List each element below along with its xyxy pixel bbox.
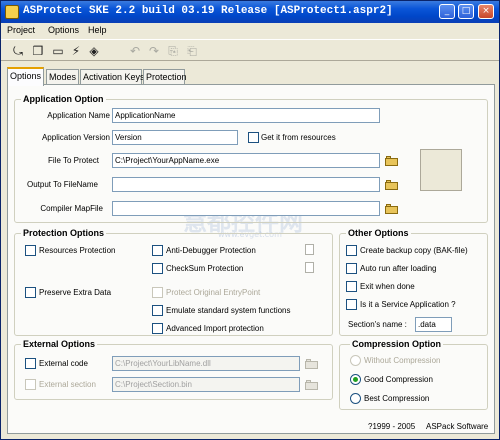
test-icon[interactable]: ◈: [85, 42, 103, 60]
compression-option-legend: Compression Option: [350, 339, 444, 349]
checksum-doc-icon[interactable]: [305, 262, 314, 273]
browse-mapfile-icon[interactable]: [385, 203, 399, 215]
good-compression-radio[interactable]: [350, 374, 361, 385]
application-version-input[interactable]: Version: [112, 130, 238, 145]
advanced-import-checkbox[interactable]: [152, 323, 163, 334]
compression-option-group: Compression Option Without Compression G…: [339, 339, 488, 410]
backup-copy-checkbox[interactable]: [346, 245, 357, 256]
other-options-legend: Other Options: [346, 228, 411, 238]
options-panel: 慧都控件网 www.evget.com Application Option A…: [7, 84, 495, 434]
menu-bar: Project Options Help: [1, 23, 499, 38]
external-options-group: External Options External code C:\Projec…: [14, 339, 333, 400]
build-icon[interactable]: ⚡: [67, 42, 85, 60]
file-to-protect-input[interactable]: C:\Project\YourAppName.exe: [112, 153, 380, 168]
title-bar[interactable]: ASProtect SKE 2.2 build 03.19 Release [A…: [1, 1, 499, 23]
menu-options[interactable]: Options: [48, 25, 79, 35]
menu-help[interactable]: Help: [88, 25, 107, 35]
section-name-input[interactable]: .data: [415, 317, 452, 332]
get-from-resources-label: Get it from resources: [261, 133, 336, 142]
application-version-label: Application Version: [41, 133, 110, 142]
preserve-extra-data-label: Preserve Extra Data: [39, 288, 112, 297]
app-window: ASProtect SKE 2.2 build 03.19 Release [A…: [0, 0, 500, 440]
section-name-label: Section's name :: [348, 320, 407, 329]
external-code-input[interactable]: C:\Project\YourLibName.dll: [112, 356, 300, 371]
protection-options-legend: Protection Options: [21, 228, 106, 238]
application-option-group: Application Option Application Name Appl…: [14, 94, 488, 223]
exit-when-done-checkbox[interactable]: [346, 281, 357, 292]
menu-project[interactable]: Project: [7, 25, 35, 35]
best-compression-label: Best Compression: [364, 394, 430, 403]
browse-external-code-icon[interactable]: [305, 358, 319, 370]
emulate-functions-checkbox[interactable]: [152, 305, 163, 316]
get-from-resources-checkbox[interactable]: [248, 132, 259, 143]
tab-modes[interactable]: Modes: [46, 69, 79, 85]
output-filename-input[interactable]: [112, 177, 380, 192]
open-icon[interactable]: ⤿: [9, 42, 27, 60]
redo-icon[interactable]: ↷: [145, 42, 163, 60]
tab-activation-keys[interactable]: Activation Keys: [80, 69, 145, 85]
file-to-protect-label: File To Protect: [48, 156, 99, 165]
external-options-legend: External Options: [21, 339, 98, 349]
protect-entrypoint-checkbox[interactable]: [152, 287, 163, 298]
application-name-input[interactable]: ApplicationName: [112, 108, 380, 123]
checksum-checkbox[interactable]: [152, 263, 163, 274]
new-icon[interactable]: ▭: [49, 42, 67, 60]
resources-protection-checkbox[interactable]: [25, 245, 36, 256]
protect-entrypoint-label: Protect Original EntryPoint: [166, 288, 261, 297]
copyright-text: ?1999 - 2005: [368, 422, 416, 431]
exit-when-done-label: Exit when done: [360, 282, 415, 291]
paste-icon[interactable]: ⎗: [183, 42, 201, 60]
external-code-label: External code: [39, 359, 88, 368]
emulate-functions-label: Emulate standard system functions: [166, 306, 291, 315]
preserve-extra-data-checkbox[interactable]: [25, 287, 36, 298]
application-icon-preview: [420, 149, 462, 191]
window-title: ASProtect SKE 2.2 build 03.19 Release [A…: [23, 5, 393, 17]
advanced-import-label: Advanced Import protection: [166, 324, 264, 333]
copy-icon[interactable]: ⎘: [164, 42, 182, 60]
close-button[interactable]: ×: [478, 4, 494, 19]
minimize-button[interactable]: _: [439, 4, 455, 19]
anti-debugger-doc-icon[interactable]: [305, 244, 314, 255]
resources-protection-label: Resources Protection: [39, 246, 116, 255]
compiler-mapfile-input[interactable]: [112, 201, 380, 216]
browse-file-icon[interactable]: [385, 155, 399, 167]
without-compression-radio[interactable]: [350, 355, 361, 366]
service-application-label: Is it a Service Application ?: [360, 300, 456, 309]
browse-external-section-icon[interactable]: [305, 379, 319, 391]
best-compression-radio[interactable]: [350, 393, 361, 404]
service-application-checkbox[interactable]: [346, 299, 357, 310]
external-section-input[interactable]: C:\Project\Section.bin: [112, 377, 300, 392]
auto-run-checkbox[interactable]: [346, 263, 357, 274]
without-compression-label: Without Compression: [364, 356, 441, 365]
other-options-group: Other Options Create backup copy (BAK-fi…: [339, 228, 488, 336]
application-option-legend: Application Option: [21, 94, 106, 104]
anti-debugger-label: Anti-Debugger Protection: [166, 246, 256, 255]
anti-debugger-checkbox[interactable]: [152, 245, 163, 256]
app-icon: [5, 5, 19, 19]
tab-protection[interactable]: Protection: [143, 69, 187, 85]
compiler-mapfile-label: Compiler MapFile: [40, 204, 103, 213]
undo-icon[interactable]: ↶: [126, 42, 144, 60]
external-section-label: External section: [39, 380, 96, 389]
maximize-button[interactable]: □: [458, 4, 474, 19]
save-icon[interactable]: ❒: [29, 42, 47, 60]
browse-output-icon[interactable]: [385, 179, 399, 191]
backup-copy-label: Create backup copy (BAK-file): [360, 246, 468, 255]
external-section-checkbox[interactable]: [25, 379, 36, 390]
protection-options-group: Protection Options Resources Protection …: [14, 228, 333, 336]
output-filename-label: Output To FileName: [27, 180, 98, 189]
auto-run-label: Auto run after loading: [360, 264, 437, 273]
application-name-label: Application Name: [47, 111, 110, 120]
company-text: ASPack Software: [426, 422, 489, 431]
good-compression-label: Good Compression: [364, 375, 433, 384]
tab-options[interactable]: Options: [7, 67, 44, 86]
external-code-checkbox[interactable]: [25, 358, 36, 369]
checksum-label: CheckSum Protection: [166, 264, 244, 273]
toolbar: ⤿ ❒ ▭ ⚡ ◈ ↶ ↷ ⎘ ⎗: [1, 39, 499, 61]
